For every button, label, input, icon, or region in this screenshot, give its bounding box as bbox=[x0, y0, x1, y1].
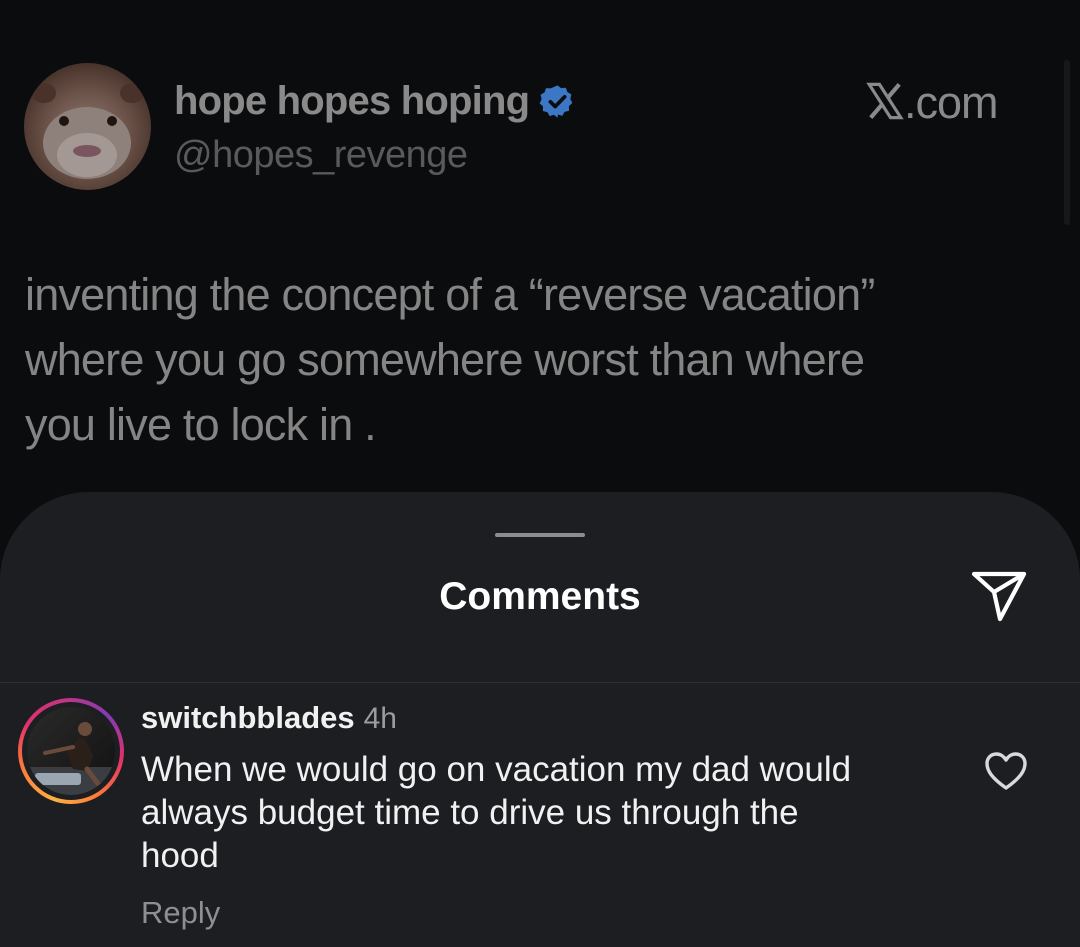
tweet-card: hope hopes hoping @hopes_revenge .com in… bbox=[0, 0, 1080, 520]
comment-header: switchbblades 4h bbox=[141, 700, 397, 738]
comment-text: When we would go on vacation my dad woul… bbox=[141, 750, 852, 875]
x-domain-text: .com bbox=[904, 77, 999, 128]
x-logo-icon bbox=[866, 81, 904, 126]
comment-timestamp: 4h bbox=[363, 702, 397, 735]
share-button[interactable] bbox=[966, 568, 1032, 628]
sheet-divider bbox=[0, 682, 1080, 683]
tweet-author-name: hope hopes hoping bbox=[174, 78, 530, 123]
verified-badge-icon bbox=[539, 83, 576, 120]
tweet-text: inventing the concept of a “reverse vaca… bbox=[25, 269, 875, 450]
tweet-author-row: hope hopes hoping bbox=[174, 78, 576, 124]
tweet-author-avatar bbox=[24, 63, 151, 190]
sheet-drag-handle[interactable] bbox=[495, 533, 585, 537]
commenter-photo bbox=[27, 707, 115, 795]
x-com-watermark: .com bbox=[866, 77, 999, 128]
comment-username[interactable]: switchbblades bbox=[141, 700, 355, 736]
scrollbar[interactable] bbox=[1064, 60, 1070, 225]
reply-button[interactable]: Reply bbox=[141, 893, 220, 933]
comments-title: Comments bbox=[439, 575, 641, 618]
screen: hope hopes hoping @hopes_revenge .com in… bbox=[0, 0, 1080, 947]
tweet-author-handle: @hopes_revenge bbox=[174, 134, 468, 176]
send-icon bbox=[970, 569, 1028, 628]
heart-outline-icon bbox=[984, 751, 1028, 796]
commenter-avatar[interactable] bbox=[18, 698, 124, 804]
like-button[interactable] bbox=[982, 750, 1030, 796]
